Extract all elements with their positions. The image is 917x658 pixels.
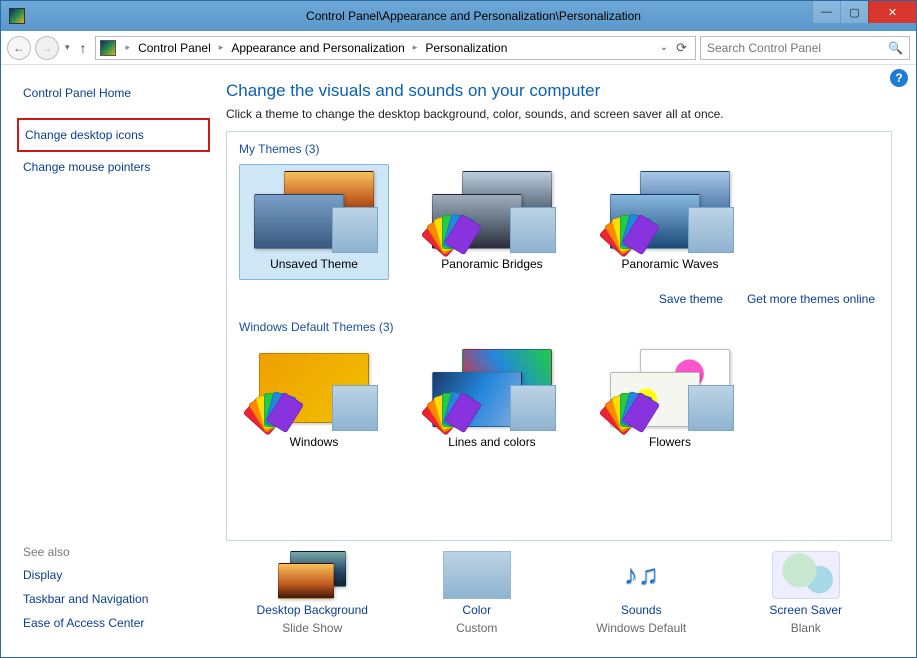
theme-panoramic-bridges[interactable]: Panoramic Bridges — [417, 164, 567, 280]
color-fan-icon — [256, 389, 296, 429]
group-my-themes-title: My Themes (3) — [237, 138, 881, 162]
themes-panel: My Themes (3) Unsaved Theme — [226, 131, 892, 541]
see-also-display[interactable]: Display — [23, 563, 204, 587]
theme-thumb — [254, 349, 374, 427]
setting-label: Screen Saver — [769, 603, 842, 617]
address-bar[interactable]: ▸ Control Panel ▸ Appearance and Persona… — [95, 36, 696, 60]
theme-lines-and-colors[interactable]: Lines and colors — [417, 342, 567, 458]
theme-panoramic-waves[interactable]: Panoramic Waves — [595, 164, 745, 280]
titlebar: Control Panel\Appearance and Personaliza… — [1, 1, 916, 31]
help-icon[interactable]: ? — [890, 69, 908, 87]
crumb-appearance[interactable]: Appearance and Personalization — [229, 41, 406, 55]
theme-thumb — [610, 171, 730, 249]
color-swatch-icon — [510, 207, 556, 253]
themes-scroll[interactable]: My Themes (3) Unsaved Theme — [227, 132, 891, 540]
color-swatch-icon — [332, 385, 378, 431]
refresh-button[interactable]: ⟳ — [676, 40, 687, 56]
desktop-background-icon — [278, 551, 346, 599]
back-button[interactable]: ← — [7, 36, 31, 60]
search-icon: 🔍 — [888, 41, 903, 55]
setting-label: Desktop Background — [257, 603, 368, 617]
setting-value: Custom — [456, 621, 497, 635]
theme-label: Windows — [290, 435, 339, 449]
theme-label: Lines and colors — [448, 435, 535, 449]
theme-thumb — [610, 349, 730, 427]
desktop-background-button[interactable]: Desktop Background Slide Show — [237, 551, 387, 635]
content: ? Change the visuals and sounds on your … — [216, 65, 916, 657]
color-fan-icon — [612, 389, 652, 429]
theme-label: Flowers — [649, 435, 691, 449]
address-dropdown-icon[interactable]: ⌄ — [660, 42, 668, 53]
color-swatch-icon — [688, 385, 734, 431]
control-panel-icon — [100, 40, 116, 56]
see-also: See also Display Taskbar and Navigation … — [23, 545, 204, 647]
group-my-themes: Unsaved Theme Panoramic Bridges — [237, 162, 881, 288]
forward-button[interactable]: → — [35, 36, 59, 60]
setting-label: Sounds — [621, 603, 662, 617]
save-theme-link[interactable]: Save theme — [659, 292, 723, 306]
color-button[interactable]: Color Custom — [402, 551, 552, 635]
theme-thumb — [432, 171, 552, 249]
group-default-themes: Windows Lines and colors — [237, 340, 881, 466]
sidebar: Control Panel Home Change desktop icons … — [1, 65, 216, 657]
crumb-sep-icon[interactable]: ▸ — [409, 42, 422, 53]
theme-label: Unsaved Theme — [270, 257, 358, 271]
theme-label: Panoramic Waves — [622, 257, 719, 271]
minimize-button[interactable]: — — [812, 1, 840, 23]
setting-value: Windows Default — [596, 621, 686, 635]
sidebar-change-mouse-pointers[interactable]: Change mouse pointers — [23, 155, 204, 179]
sidebar-change-desktop-icons[interactable]: Change desktop icons — [17, 118, 210, 152]
search-input[interactable]: Search Control Panel 🔍 — [700, 36, 910, 60]
crumb-control-panel[interactable]: Control Panel — [136, 41, 213, 55]
color-fan-icon — [434, 211, 474, 251]
my-themes-links: Save theme Get more themes online — [237, 288, 881, 316]
toolbar: ← → ▾ ↑ ▸ Control Panel ▸ Appearance and… — [1, 31, 916, 65]
up-button[interactable]: ↑ — [76, 40, 91, 56]
sounds-button[interactable]: ♪♫ Sounds Windows Default — [566, 551, 716, 635]
theme-flowers[interactable]: Flowers — [595, 342, 745, 458]
see-also-ease-of-access[interactable]: Ease of Access Center — [23, 611, 204, 635]
screen-saver-button[interactable]: Screen Saver Blank — [731, 551, 881, 635]
color-fan-icon — [612, 211, 652, 251]
theme-windows[interactable]: Windows — [239, 342, 389, 458]
crumb-sep-icon[interactable]: ▸ — [215, 42, 228, 53]
color-swatch-icon — [332, 207, 378, 253]
group-default-themes-title: Windows Default Themes (3) — [237, 316, 881, 340]
color-swatch-icon — [688, 207, 734, 253]
settings-row: Desktop Background Slide Show Color Cust… — [226, 541, 892, 647]
see-also-taskbar[interactable]: Taskbar and Navigation — [23, 587, 204, 611]
see-also-header: See also — [23, 545, 204, 563]
page-subtitle: Click a theme to change the desktop back… — [226, 107, 892, 121]
theme-thumb — [254, 171, 374, 249]
theme-label: Panoramic Bridges — [441, 257, 542, 271]
theme-thumb — [432, 349, 552, 427]
setting-value: Slide Show — [282, 621, 342, 635]
maximize-button[interactable]: ▢ — [840, 1, 868, 23]
page-title: Change the visuals and sounds on your co… — [226, 81, 892, 101]
personalization-window: Control Panel\Appearance and Personaliza… — [0, 0, 917, 658]
crumb-personalization[interactable]: Personalization — [423, 41, 509, 55]
color-fan-icon — [434, 389, 474, 429]
setting-label: Color — [462, 603, 491, 617]
setting-value: Blank — [791, 621, 821, 635]
search-placeholder: Search Control Panel — [707, 41, 821, 55]
close-button[interactable]: ✕ — [868, 1, 916, 23]
screen-saver-icon — [772, 551, 840, 599]
theme-unsaved[interactable]: Unsaved Theme — [239, 164, 389, 280]
crumb-sep-icon[interactable]: ▸ — [122, 42, 135, 53]
get-more-themes-link[interactable]: Get more themes online — [747, 292, 875, 306]
color-swatch-icon — [510, 385, 556, 431]
sounds-icon: ♪♫ — [607, 551, 675, 599]
window-title: Control Panel\Appearance and Personaliza… — [31, 9, 916, 23]
body: Control Panel Home Change desktop icons … — [1, 65, 916, 657]
app-icon — [9, 8, 25, 24]
sidebar-home-link[interactable]: Control Panel Home — [23, 81, 204, 105]
window-controls: — ▢ ✕ — [812, 1, 916, 23]
history-dropdown[interactable]: ▾ — [65, 42, 70, 53]
color-icon — [443, 551, 511, 599]
